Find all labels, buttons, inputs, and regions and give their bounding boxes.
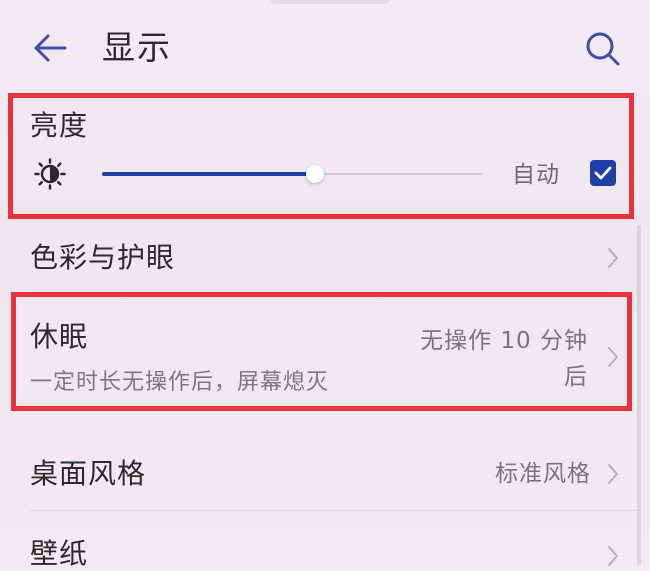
- scrollbar[interactable]: [637, 225, 641, 565]
- chevron-right-icon: [608, 464, 618, 484]
- sleep-subtitle: 一定时长无操作后，屏幕熄灭: [30, 370, 330, 395]
- sleep-value-line2: 后: [564, 364, 588, 390]
- back-arrow-icon: [34, 34, 67, 62]
- sleep-title: 休眠: [30, 320, 89, 353]
- row-divider: [30, 510, 636, 511]
- slider-thumb[interactable]: [306, 165, 324, 183]
- brightness-icon: [34, 158, 66, 190]
- color-eye-comfort-row[interactable]: 色彩与护眼: [0, 225, 636, 291]
- auto-brightness-label: 自动: [512, 162, 560, 188]
- sleep-row[interactable]: 休眠 一定时长无操作后，屏幕熄灭 无操作 10 分钟 后: [0, 292, 636, 410]
- brightness-title: 亮度: [30, 109, 89, 142]
- brightness-setting: 亮度 自动: [0, 96, 636, 222]
- search-button[interactable]: [580, 26, 626, 72]
- back-button[interactable]: [28, 26, 72, 70]
- chevron-right-icon: [608, 546, 618, 566]
- display-settings-screen: 显示 亮度 自动 色彩与护眼 休眠 一定时长无操作后，屏幕熄灭 无操作 10 分…: [0, 0, 650, 571]
- color-eye-comfort-title: 色彩与护眼: [30, 241, 176, 274]
- page-title: 显示: [102, 28, 172, 67]
- slider-fill: [102, 172, 315, 176]
- sleep-value-line1: 无操作 10 分钟: [420, 328, 588, 354]
- app-header: 显示: [0, 18, 650, 78]
- chevron-right-icon: [608, 347, 618, 367]
- desktop-style-title: 桌面风格: [30, 457, 147, 490]
- brightness-slider[interactable]: [102, 159, 482, 189]
- wallpaper-title: 壁纸: [30, 537, 89, 570]
- chevron-right-icon: [608, 248, 618, 268]
- status-bar-remnant: [270, 0, 390, 4]
- desktop-style-value: 标准风格: [495, 461, 591, 487]
- desktop-style-row[interactable]: 桌面风格 标准风格: [0, 440, 636, 510]
- wallpaper-row[interactable]: 壁纸: [0, 520, 636, 571]
- search-icon: [586, 32, 620, 66]
- auto-brightness-checkbox[interactable]: [590, 160, 616, 186]
- checkmark-icon: [594, 166, 612, 180]
